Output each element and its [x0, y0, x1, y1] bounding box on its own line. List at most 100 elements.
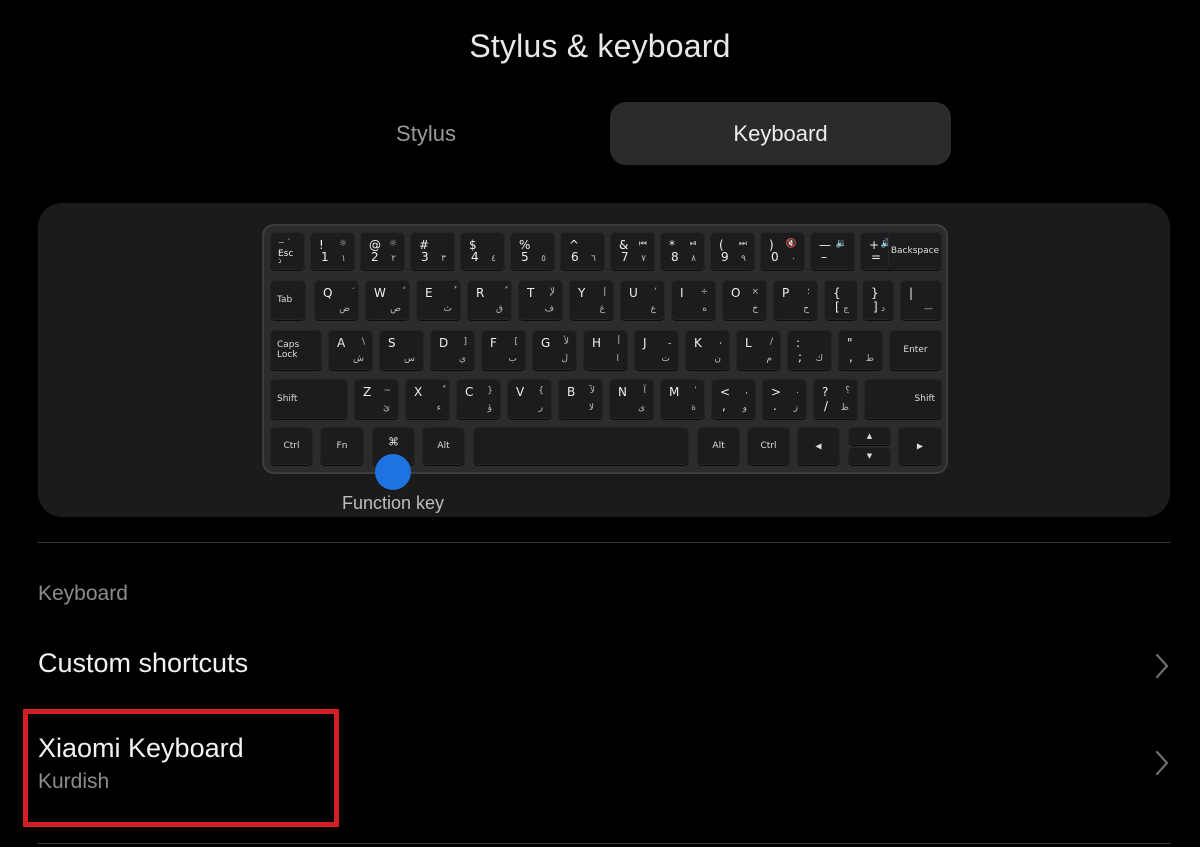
key-ctrl-left-label: Ctrl [283, 441, 300, 451]
key-5: % 5 ٥ [510, 232, 555, 270]
key-j-alt: ت [661, 354, 670, 364]
key-right-bracket-main: ] [873, 300, 878, 314]
key-m: M ’ ة [660, 379, 705, 419]
key-y-alt: غ [599, 304, 605, 314]
key-w-alt: ص [390, 304, 401, 314]
key-y: Y إ غ [569, 280, 614, 320]
key-s-alt: س [404, 354, 415, 364]
key-g: G لأ ل [532, 330, 577, 370]
key-semicolon-alt: ك [815, 354, 823, 364]
key-caps-lock: Caps Lock [270, 330, 322, 370]
key-y-shift-alt: إ [603, 287, 606, 297]
key-t: T لإ ف [518, 280, 563, 320]
key-shift-right-label: Shift [914, 394, 935, 404]
key-l-shift-alt: / [769, 337, 773, 347]
key-enter: Enter [889, 330, 942, 370]
key-o-shift-alt: × [751, 287, 759, 297]
key-alt-left-label: Alt [437, 441, 450, 451]
key-slash-shift-alt: ؟ [845, 386, 850, 396]
key-k-latin: K [694, 336, 702, 350]
key-semicolon-shift: : [796, 336, 801, 350]
tab-keyboard[interactable]: Keyboard [610, 102, 951, 165]
key-4-main: 4 [471, 250, 479, 264]
key-n-alt: ى [637, 403, 645, 413]
key-a-alt: ش [353, 354, 364, 364]
key-m-latin: M [669, 385, 680, 399]
key-alt-right-label: Alt [712, 441, 725, 451]
brightness-down-icon: ☼ [338, 239, 347, 249]
key-semicolon-main: ; [798, 350, 803, 364]
function-key-label: Function key [341, 493, 445, 513]
key-o-latin: O [731, 286, 741, 300]
arrow-right-icon: ▶ [916, 441, 924, 451]
key-y-latin: Y [578, 286, 586, 300]
key-u: U ‘ ع [620, 280, 665, 320]
key-k: K ، ن [685, 330, 730, 370]
key-q: Q َ ض [314, 280, 359, 320]
key-r-latin: R [476, 286, 485, 300]
key-k-alt: ن [714, 354, 721, 364]
key-backslash-alt: — [924, 304, 933, 314]
key-v: V { ر [507, 379, 552, 419]
key-8: * ⏯ 8 ٨ [660, 232, 705, 270]
previous-track-icon: ⏮ [638, 239, 647, 249]
key-x-alt: ء [436, 403, 441, 413]
arrow-up-icon: ▲ [866, 432, 873, 440]
key-b: B لآ لا [558, 379, 603, 419]
divider [38, 843, 1170, 844]
key-3-alt: ٣ [441, 254, 446, 264]
key-quote-main: , [849, 350, 853, 364]
key-f-alt: ب [508, 354, 517, 364]
key-l-alt: م [766, 354, 772, 364]
key-a-shift-alt: \ [361, 337, 365, 347]
key-slash-shift: ? [822, 385, 829, 399]
key-s-latin: S [388, 336, 396, 350]
key-9: ( ⏭ 9 ٩ [710, 232, 755, 270]
key-a: A \ ش [328, 330, 373, 370]
key-v-latin: V [516, 385, 525, 399]
key-left-bracket-shift: { [833, 286, 841, 300]
key-i-shift-alt: ÷ [700, 287, 708, 297]
key-6: ^ 6 ٦ [560, 232, 605, 270]
key-quote-shift: " [847, 336, 853, 350]
key-b-alt: لا [588, 403, 594, 413]
key-period-shift-alt: . [796, 386, 799, 396]
key-h: H أ ا [583, 330, 628, 370]
key-fn-label: Fn [336, 441, 348, 451]
key-arrow-down: ▼ [848, 447, 891, 465]
key-c: C } ؤ [456, 379, 501, 419]
custom-shortcuts-row[interactable]: Custom shortcuts [0, 625, 1200, 705]
key-comma-shift-alt: , [745, 386, 748, 396]
key-comma-main: , [722, 399, 726, 413]
key-3-main: 3 [421, 250, 429, 264]
key-j-latin: J [643, 336, 647, 350]
key-minus-main: – [821, 250, 827, 264]
key-g-shift-alt: لأ [563, 337, 569, 347]
key-u-latin: U [629, 286, 638, 300]
key-2-main: 2 [371, 250, 379, 264]
key-a-latin: A [337, 336, 346, 350]
key-x-latin: X [414, 385, 423, 399]
key-p-alt: ح [803, 304, 809, 314]
key-9-main: 9 [721, 250, 729, 264]
chevron-right-icon [1155, 750, 1169, 776]
key-minus: — 🔉 – [810, 232, 855, 270]
key-d: D ] ي [430, 330, 475, 370]
key-z-latin: Z [363, 385, 372, 399]
key-period-main: . [773, 399, 777, 413]
key-7: & ⏮ 7 ٧ [610, 232, 655, 270]
key-p: P ؛ ح [773, 280, 818, 320]
key-tab: Tab [270, 280, 306, 320]
key-z: Z ~ ئ [354, 379, 399, 419]
key-l-latin: L [745, 336, 752, 350]
key-comma-shift: < [720, 385, 731, 399]
chevron-right-icon [1155, 653, 1169, 679]
key-enter-label: Enter [903, 345, 928, 355]
key-t-shift-alt: لإ [549, 287, 555, 297]
key-2: @ ☼ 2 ٢ [360, 232, 405, 270]
key-6-main: 6 [571, 250, 579, 264]
key-r: R ٌ ق [467, 280, 512, 320]
key-c-alt: ؤ [487, 403, 492, 413]
tab-stylus[interactable]: Stylus [250, 102, 602, 165]
key-alt-right: Alt [697, 427, 740, 465]
